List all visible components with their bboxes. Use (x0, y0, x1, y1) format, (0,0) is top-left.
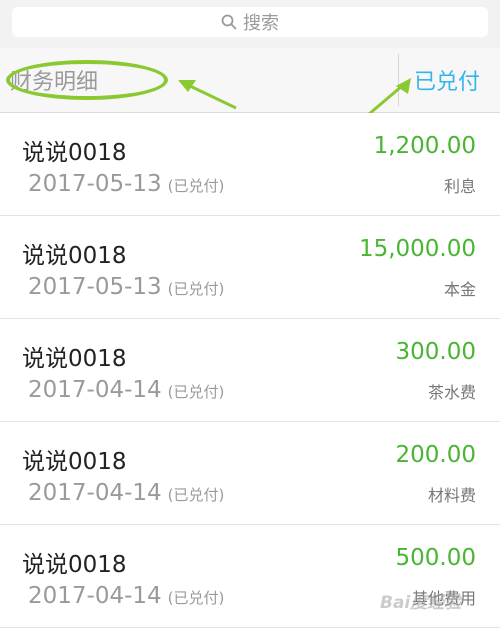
record-category: 本金 (443, 280, 476, 299)
record-amount: 200.00 (395, 442, 476, 468)
record-date: 2017-04-14 (28, 480, 162, 506)
list-item[interactable]: 说说0018 2017-04-14 (已兑付) 300.00 茶水费 (0, 319, 500, 422)
record-category: 材料费 (427, 486, 476, 505)
record-status: (已兑付) (167, 177, 225, 195)
list-item[interactable]: 说说0018 2017-05-13 (已兑付) 1,200.00 利息 (0, 113, 500, 216)
search-bar: 搜索 (0, 0, 500, 48)
record-name: 说说0018 (22, 449, 127, 475)
record-date-line: 2017-04-14 (已兑付) (28, 480, 224, 506)
record-amount: 300.00 (395, 339, 476, 365)
record-date-line: 2017-04-14 (已兑付) (28, 583, 224, 609)
record-date: 2017-04-14 (28, 377, 162, 403)
record-date-line: 2017-05-13 (已兑付) (28, 274, 224, 300)
watermark-logo: Bai度经验 (380, 593, 462, 613)
record-status: (已兑付) (167, 280, 225, 298)
record-date-line: 2017-05-13 (已兑付) (28, 171, 224, 197)
record-amount: 15,000.00 (358, 236, 476, 262)
record-category: 利息 (443, 177, 476, 196)
search-placeholder: 搜索 (243, 13, 279, 34)
search-icon (221, 14, 237, 30)
record-status: (已兑付) (167, 589, 225, 607)
record-date: 2017-04-14 (28, 583, 162, 609)
record-name: 说说0018 (22, 243, 127, 269)
record-name: 说说0018 (22, 140, 127, 166)
list-item[interactable]: 说说0018 2017-05-13 (已兑付) 15,000.00 本金 (0, 216, 500, 319)
record-date: 2017-05-13 (28, 171, 162, 197)
record-category: 茶水费 (427, 383, 476, 402)
record-name: 说说0018 (22, 346, 127, 372)
record-status: (已兑付) (167, 486, 225, 504)
record-status: (已兑付) (167, 383, 225, 401)
record-amount: 500.00 (395, 545, 476, 571)
record-name: 说说0018 (22, 552, 127, 578)
record-date: 2017-05-13 (28, 274, 162, 300)
record-amount: 1,200.00 (373, 133, 476, 159)
list-item[interactable]: 说说0018 2017-04-14 (已兑付) 200.00 材料费 (0, 422, 500, 525)
record-date-line: 2017-04-14 (已兑付) (28, 377, 224, 403)
search-input[interactable]: 搜索 (12, 7, 488, 37)
record-list: 说说0018 2017-05-13 (已兑付) 1,200.00 利息 说说001… (0, 113, 500, 628)
